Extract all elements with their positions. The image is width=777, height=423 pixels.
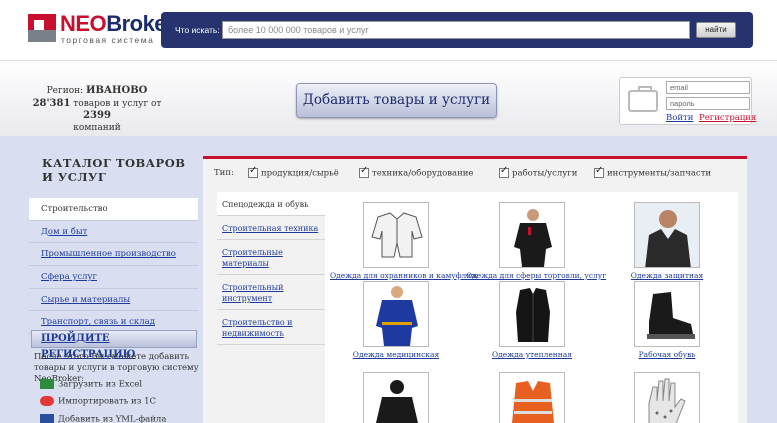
product-caption[interactable]: Одежда для охранников и камуфляж [330, 271, 478, 280]
info-band: Регион: ИВАНОВО 28'381 товаров и услуг о… [0, 60, 777, 136]
content-panel: Тип: продукция/сырьё техника/оборудовани… [203, 156, 747, 423]
type-label: Тип: [214, 168, 234, 178]
product-card[interactable] [466, 372, 598, 423]
catalog-item-home[interactable]: Дом и быт [29, 221, 198, 244]
product-caption[interactable]: Одежда медицинская [330, 350, 462, 359]
filter-services-label: работы/услуги [512, 168, 578, 179]
product-card[interactable]: Одежда для охранников и камуфляж [330, 202, 478, 280]
product-card[interactable]: Одежда защитная [601, 202, 733, 280]
subcategory-machinery[interactable]: Строительная техника [217, 216, 325, 240]
workwear-suit-icon[interactable] [363, 202, 429, 268]
catalog-item-construction[interactable]: Строительство [29, 198, 198, 221]
top-header: NEOBroker торговая система Что искать: б… [0, 0, 777, 60]
product-caption[interactable]: Одежда защитная [601, 271, 733, 280]
import-excel-label: Загрузить из Excel [58, 379, 143, 390]
region-label: Регион: [46, 86, 84, 96]
worker-black-uniform-icon[interactable] [499, 202, 565, 268]
filter-products[interactable]: продукция/сырьё [248, 165, 339, 179]
1c-icon [40, 396, 54, 406]
product-card[interactable]: Одежда утепленная [466, 281, 598, 359]
product-card[interactable]: Одежда медицинская [330, 281, 462, 359]
products-checkbox[interactable] [248, 165, 258, 178]
product-card[interactable]: Рабочая обувь [601, 281, 733, 359]
subcategory-realty[interactable]: Строительство и недвижимость [217, 310, 325, 345]
import-1c-item[interactable]: Импортировать из 1С [40, 396, 156, 407]
type-filters: Тип: продукция/сырьё техника/оборудовани… [203, 165, 747, 182]
subcategory-tools[interactable]: Строительный инструмент [217, 275, 325, 310]
filter-tools-label: инструменты/запчасти [607, 168, 712, 179]
logo-subtitle: торговая система [61, 35, 155, 45]
leather-jacket-icon[interactable] [634, 202, 700, 268]
catalog-title: КАТАЛОГ ТОВАРОВ И УСЛУГ [42, 156, 186, 184]
product-caption[interactable]: Одежда для сферы торговли, услуг [466, 271, 606, 280]
worker-icon[interactable] [363, 372, 429, 423]
filter-tools[interactable]: инструменты/запчасти [594, 165, 712, 179]
stats-companies-label: компаний [73, 122, 121, 133]
product-card[interactable] [601, 372, 733, 423]
import-yml-item[interactable]: Добавить из YML-файла [40, 414, 166, 423]
tools-checkbox[interactable] [594, 165, 604, 178]
login-link[interactable]: Войти [666, 113, 693, 123]
equipment-checkbox[interactable] [359, 165, 369, 178]
subcategory-materials[interactable]: Строительные материалы [217, 240, 325, 275]
product-grid: Одежда для охранников и камуфляж Одежда … [325, 192, 738, 423]
catalog-list: Строительство Дом и быт Промышленное про… [29, 198, 198, 335]
import-1c-label: Импортировать из 1С [58, 396, 156, 407]
email-placeholder: email [670, 83, 688, 92]
add-goods-button[interactable]: Добавить товары и услуги [296, 83, 497, 118]
product-caption[interactable]: Одежда утепленная [466, 350, 598, 359]
catalog-item-industry[interactable]: Промышленное производство [29, 243, 198, 267]
filter-products-label: продукция/сырьё [261, 168, 339, 179]
import-excel-item[interactable]: Загрузить из Excel [40, 379, 142, 390]
filter-equipment-label: техника/оборудование [372, 168, 474, 179]
import-yml-label: Добавить из YML-файла [58, 414, 167, 423]
briefcase-icon [628, 86, 658, 112]
logo-title: NEOBroker [60, 11, 175, 36]
search-bar: Что искать: более 10 000 000 товаров и у… [161, 12, 753, 48]
product-card[interactable]: Одежда для сферы торговли, услуг [466, 202, 606, 280]
search-label: Что искать: [175, 25, 220, 35]
search-input[interactable]: более 10 000 000 товаров и услуг [222, 21, 690, 39]
work-boot-icon[interactable] [634, 281, 700, 347]
excel-icon [40, 379, 54, 389]
search-button[interactable]: найти [696, 22, 736, 38]
stats-text: товаров и услуг от [73, 98, 162, 109]
password-placeholder: пароль [670, 99, 695, 108]
services-checkbox[interactable] [499, 165, 509, 178]
registration-link[interactable]: ПРОЙДИТЕ РЕГИСТРАЦИЮ [31, 330, 197, 360]
main-area: КАТАЛОГ ТОВАРОВ И УСЛУГ Строительство До… [0, 136, 777, 423]
work-gloves-icon[interactable] [634, 372, 700, 423]
logo-mark-icon [28, 14, 56, 42]
region-info: Регион: ИВАНОВО 28'381 товаров и услуг о… [22, 85, 172, 134]
login-box: email пароль Войти Регистрация [619, 77, 756, 125]
catalog-item-services[interactable]: Сфера услуг [29, 266, 198, 289]
subcategory-list: Спецодежда и обувь Строительная техника … [217, 192, 325, 345]
yml-icon [40, 414, 54, 423]
search-placeholder: более 10 000 000 товаров и услуг [228, 25, 369, 35]
filter-equipment[interactable]: техника/оборудование [359, 165, 474, 179]
catalog-item-materials[interactable]: Сырье и материалы [29, 289, 198, 312]
email-field[interactable]: email [666, 81, 750, 94]
password-field[interactable]: пароль [666, 97, 750, 110]
product-card[interactable] [330, 372, 462, 423]
product-caption[interactable]: Рабочая обувь [601, 350, 733, 359]
region-name: ИВАНОВО [86, 85, 148, 96]
blue-uniform-icon[interactable] [363, 281, 429, 347]
insulated-vest-icon[interactable] [499, 281, 565, 347]
subcategory-workwear[interactable]: Спецодежда и обувь [217, 192, 325, 216]
stats-companies: 2399 [83, 110, 111, 121]
register-link[interactable]: Регистрация [699, 113, 756, 123]
filter-services[interactable]: работы/услуги [499, 165, 578, 179]
neobroker-logo[interactable]: NEOBroker торговая система [28, 11, 175, 46]
stats-goods: 28'381 [32, 97, 71, 109]
life-vest-icon[interactable] [499, 372, 565, 423]
